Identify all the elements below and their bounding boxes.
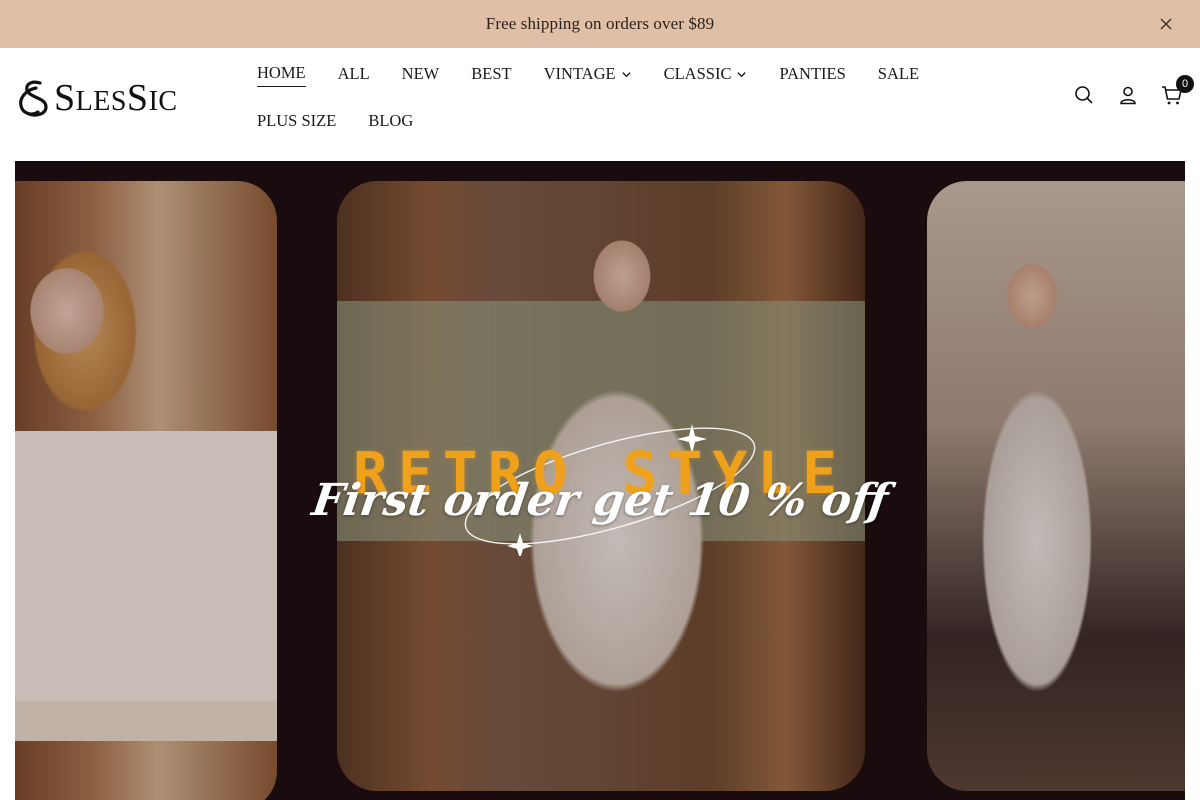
- nav-item-label: HOME: [257, 61, 306, 87]
- cart-icon[interactable]: 0: [1160, 75, 1194, 107]
- hero-banner[interactable]: RETRO STYLE First order get 10 % off: [15, 161, 1185, 800]
- announcement-bar: Free shipping on orders over $89: [0, 0, 1200, 48]
- header-icons: 0: [1052, 75, 1194, 107]
- hero-subtitle: First order get 10 % off: [308, 475, 892, 526]
- nav-item-label: CLASSIC: [663, 64, 732, 83]
- nav-item-label: BEST: [471, 64, 512, 83]
- search-icon[interactable]: [1072, 83, 1096, 107]
- nav-item-all[interactable]: ALL: [322, 62, 386, 86]
- user-icon[interactable]: [1116, 83, 1140, 107]
- nav-item-vintage[interactable]: VINTAGE: [528, 62, 648, 86]
- nav-item-sale[interactable]: SALE: [862, 62, 935, 86]
- logo-letters-les: LES: [75, 86, 127, 117]
- logo-mark-icon: [19, 80, 48, 117]
- cart-count-badge: 0: [1176, 75, 1194, 93]
- announcement-text: Free shipping on orders over $89: [485, 14, 715, 33]
- nav-item-classic[interactable]: CLASSIC: [648, 62, 764, 86]
- nav-item-label: SALE: [877, 64, 920, 83]
- logo[interactable]: SLESSIC: [16, 76, 178, 120]
- main-nav-row-1: HOME ALL NEW BEST VINTAGE CLASSIC PANTIE…: [241, 61, 935, 87]
- close-icon[interactable]: [1156, 14, 1176, 34]
- nav-item-home[interactable]: HOME: [241, 61, 322, 87]
- logo-letter-s: S: [54, 77, 76, 119]
- logo-letter-s2: S: [126, 77, 149, 119]
- site-header: SLESSIC HOME ALL NEW BEST VINTAGE CLASSI…: [0, 48, 1200, 161]
- chevron-down-icon: [621, 71, 631, 77]
- logo-text: SLESSIC: [54, 79, 178, 117]
- nav-item-label: PANTIES: [779, 64, 846, 83]
- nav-item-blog[interactable]: BLOG: [352, 109, 429, 133]
- logo-letters-ic: IC: [148, 86, 178, 117]
- nav-item-new[interactable]: NEW: [386, 62, 456, 86]
- nav-item-label: BLOG: [368, 111, 414, 130]
- nav-item-label: VINTAGE: [543, 64, 616, 83]
- nav-item-best[interactable]: BEST: [455, 62, 527, 86]
- main-nav-row-2: PLUS SIZE BLOG: [241, 109, 429, 133]
- nav-item-label: PLUS SIZE: [257, 111, 337, 130]
- chevron-down-icon: [737, 71, 747, 77]
- nav-item-label: NEW: [401, 64, 440, 83]
- nav-item-panties[interactable]: PANTIES: [763, 62, 861, 86]
- nav-item-label: ALL: [337, 64, 370, 83]
- nav-item-plus-size[interactable]: PLUS SIZE: [241, 109, 352, 133]
